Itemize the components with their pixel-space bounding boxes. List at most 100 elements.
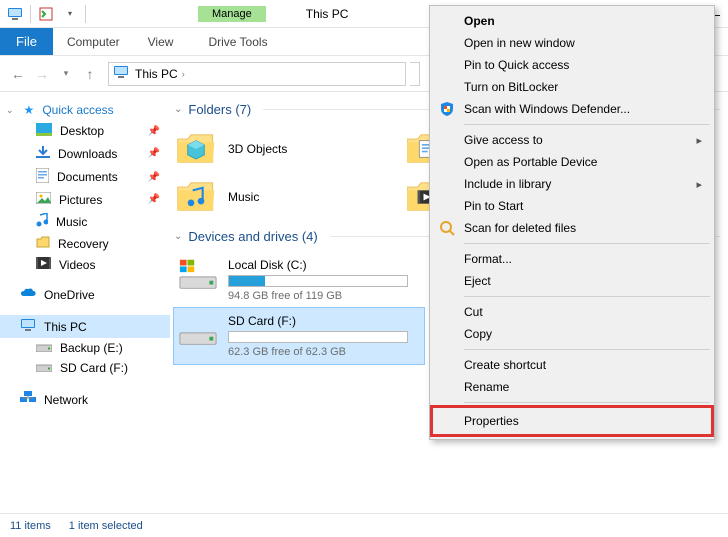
navpane-onedrive[interactable]: OneDrive (0, 285, 170, 305)
menu-separator (464, 402, 710, 403)
menu-separator (464, 243, 710, 244)
menu-item-give-access-to[interactable]: Give access to▸ (432, 129, 712, 151)
menu-item-label: Scan for deleted files (464, 221, 576, 235)
drive-item[interactable]: SD Card (F:) 62.3 GB free of 62.3 GB (174, 308, 424, 364)
navpane-item-label: Downloads (58, 147, 117, 161)
navpane-item-pictures[interactable]: Pictures 📌 (0, 189, 170, 210)
menu-item-pin-to-quick-access[interactable]: Pin to Quick access (432, 54, 712, 76)
navpane-item-icon (36, 145, 50, 162)
navpane-quick-access[interactable]: ⌄ ★ Quick access (0, 100, 170, 120)
menu-item-properties[interactable]: Properties (432, 407, 712, 435)
menu-item-scan-with-windows-defender[interactable]: Scan with Windows Defender... (432, 98, 712, 120)
navpane-item-recovery[interactable]: Recovery (0, 233, 170, 254)
menu-item-label: Format... (464, 252, 512, 266)
up-button[interactable]: ↑ (80, 62, 100, 86)
navpane-item-label: Recovery (58, 237, 109, 251)
menu-item-label: Open as Portable Device (464, 155, 597, 169)
qat-dropdown-icon[interactable]: ▾ (61, 5, 79, 23)
menu-item-label: Copy (464, 327, 492, 341)
chevron-down-icon: ⌄ (174, 231, 182, 242)
tab-drive-tools[interactable]: Drive Tools (194, 28, 281, 55)
star-icon: ★ (24, 103, 35, 117)
menu-item-scan-for-deleted-files[interactable]: Scan for deleted files (432, 217, 712, 239)
navpane-item-desktop[interactable]: Desktop 📌 (0, 120, 170, 142)
pin-icon: 📌 (148, 126, 160, 137)
navpane-this-pc[interactable]: This PC (0, 315, 170, 338)
navpane-item-downloads[interactable]: Downloads 📌 (0, 142, 170, 165)
navpane-label: This PC (44, 320, 87, 334)
navpane-item-music[interactable]: Music (0, 210, 170, 233)
tab-label: Computer (67, 35, 120, 49)
menu-item-label: Pin to Quick access (464, 58, 569, 72)
menu-item-icon (438, 100, 456, 118)
menu-item-open[interactable]: Open (432, 10, 712, 32)
menu-item-label: Rename (464, 380, 509, 394)
menu-item-label: Give access to (464, 133, 543, 147)
breadcrumb-this-pc[interactable]: This PC › (135, 67, 185, 81)
drive-item[interactable]: Local Disk (C:) 94.8 GB free of 119 GB (174, 252, 424, 308)
capacity-bar (228, 275, 408, 287)
navigation-pane: ⌄ ★ Quick access Desktop 📌 Downloads 📌 D… (0, 92, 170, 513)
context-menu: Open Open in new window Pin to Quick acces… (429, 5, 715, 440)
search-box[interactable] (410, 62, 420, 86)
menu-item-include-in-library[interactable]: Include in library▸ (432, 173, 712, 195)
menu-item-label: Properties (464, 414, 519, 428)
navpane-item-icon (36, 168, 49, 186)
navpane-drive[interactable]: SD Card (F:) (0, 358, 170, 378)
recent-locations-button[interactable]: ▾ (56, 62, 76, 86)
file-tab[interactable]: File (0, 28, 53, 55)
menu-item-rename[interactable]: Rename (432, 376, 712, 398)
contextual-tab-label: Manage (198, 6, 266, 22)
qat-properties-icon[interactable] (37, 5, 55, 23)
navpane-drive[interactable]: Backup (E:) (0, 338, 170, 358)
navpane-item-documents[interactable]: Documents 📌 (0, 165, 170, 189)
folder-item[interactable]: Music (174, 173, 404, 221)
menu-item-pin-to-start[interactable]: Pin to Start (432, 195, 712, 217)
menu-item-label: Create shortcut (464, 358, 546, 372)
breadcrumb-label: This PC (135, 67, 178, 81)
menu-item-turn-on-bitlocker[interactable]: Turn on BitLocker (432, 76, 712, 98)
navpane-network[interactable]: Network (0, 388, 170, 411)
monitor-icon (20, 318, 36, 335)
contextual-tab-manage[interactable]: Manage (198, 0, 266, 27)
forward-button[interactable]: → (32, 62, 52, 86)
drive-icon (36, 361, 52, 375)
menu-item-label: Turn on BitLocker (464, 80, 558, 94)
navpane-item-icon (36, 123, 52, 139)
file-tab-label: File (16, 34, 37, 49)
drive-icon (36, 341, 52, 355)
tab-label: View (148, 35, 174, 49)
menu-item-copy[interactable]: Copy (432, 323, 712, 345)
navpane-item-label: Pictures (59, 193, 102, 207)
navpane-item-label: Desktop (60, 124, 104, 138)
menu-item-icon (438, 219, 456, 237)
menu-item-cut[interactable]: Cut (432, 301, 712, 323)
address-icon (113, 65, 129, 82)
tab-view[interactable]: View (134, 28, 188, 55)
menu-separator (464, 349, 710, 350)
menu-item-open-as-portable-device[interactable]: Open as Portable Device (432, 151, 712, 173)
address-bar[interactable]: This PC › (108, 62, 406, 86)
menu-item-create-shortcut[interactable]: Create shortcut (432, 354, 712, 376)
navpane-item-label: Videos (59, 258, 95, 272)
drive-name: Local Disk (C:) (228, 258, 420, 272)
collapse-icon[interactable]: ⌄ (6, 105, 14, 116)
tab-label: Drive Tools (208, 35, 267, 49)
drive-icon (178, 314, 218, 348)
menu-item-label: Include in library (464, 177, 551, 191)
menu-item-eject[interactable]: Eject (432, 270, 712, 292)
navpane-item-videos[interactable]: Videos (0, 254, 170, 275)
folder-item[interactable]: 3D Objects (174, 125, 404, 173)
navpane-item-icon (36, 192, 51, 207)
navpane-item-label: Music (56, 215, 87, 229)
menu-item-format[interactable]: Format... (432, 248, 712, 270)
status-bar: 11 items 1 item selected (0, 513, 728, 537)
menu-item-label: Open (464, 14, 495, 28)
qat-this-pc-icon[interactable] (6, 5, 24, 23)
menu-item-open-in-new-window[interactable]: Open in new window (432, 32, 712, 54)
tab-computer[interactable]: Computer (53, 28, 134, 55)
back-button[interactable]: ← (8, 62, 28, 86)
menu-item-label: Pin to Start (464, 199, 523, 213)
navpane-item-icon (36, 213, 48, 230)
navpane-drive-label: SD Card (F:) (60, 361, 128, 375)
